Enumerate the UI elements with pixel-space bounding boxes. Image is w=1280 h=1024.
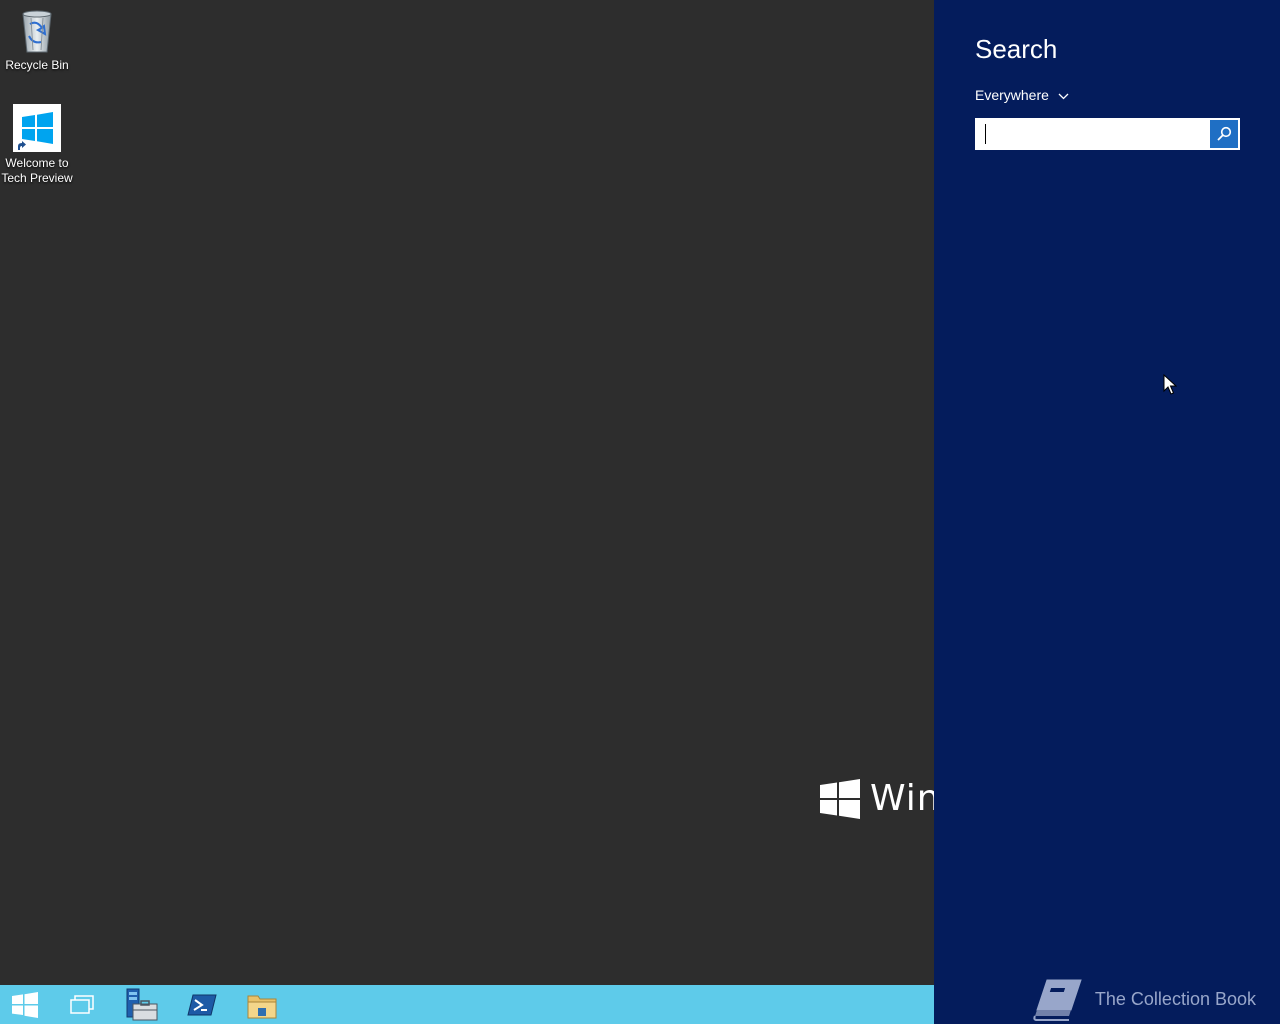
desktop-icon-recycle-bin[interactable]: Recycle Bin xyxy=(0,6,74,73)
search-box xyxy=(975,118,1240,151)
start-windows-icon xyxy=(12,991,38,1018)
book-icon xyxy=(1033,979,1082,1021)
windows-watermark-logo-icon xyxy=(820,778,860,819)
windows-branding-watermark: Winc xyxy=(820,778,934,819)
recycle-bin-icon xyxy=(13,6,61,54)
collection-book-watermark: The Collection Book xyxy=(1033,976,1256,1022)
chevron-down-icon xyxy=(1058,93,1069,99)
server-manager-button[interactable] xyxy=(114,985,170,1024)
welcome-label-line1: Welcome to xyxy=(5,156,69,170)
welcome-label-line2: Tech Preview xyxy=(1,171,73,185)
windows-logo-icon xyxy=(13,104,61,152)
mouse-pointer-icon xyxy=(1163,374,1177,395)
shortcut-arrow-icon xyxy=(15,140,27,152)
search-scope-label: Everywhere xyxy=(975,87,1049,103)
search-title: Search xyxy=(975,34,1058,64)
file-explorer-icon xyxy=(247,995,277,1018)
taskbar xyxy=(0,985,934,1024)
search-input[interactable] xyxy=(981,119,1208,151)
search-scope-dropdown[interactable]: Everywhere xyxy=(975,87,1069,103)
windows-watermark-text: Winc xyxy=(870,778,934,819)
recycle-bin-label: Recycle Bin xyxy=(5,58,69,72)
server-manager-icon xyxy=(126,988,158,1020)
search-submit-button[interactable] xyxy=(1210,120,1238,148)
collection-book-text: The Collection Book xyxy=(1094,988,1256,1009)
text-caret xyxy=(985,124,986,144)
task-view-button[interactable] xyxy=(54,985,110,1024)
start-button[interactable] xyxy=(0,985,50,1024)
file-explorer-button[interactable] xyxy=(234,985,290,1024)
search-charm-pane: Search Everywhere The Collection Book xyxy=(934,0,1280,1024)
desktop-icon-welcome-tech-preview[interactable]: Welcome to Tech Preview xyxy=(0,104,74,186)
powershell-icon xyxy=(187,994,217,1015)
desktop[interactable]: Recycle Bin Welcome to Tech Preview Winc xyxy=(0,0,934,985)
powershell-button[interactable] xyxy=(174,985,230,1024)
task-view-icon xyxy=(70,994,94,1014)
search-icon xyxy=(1217,126,1232,141)
